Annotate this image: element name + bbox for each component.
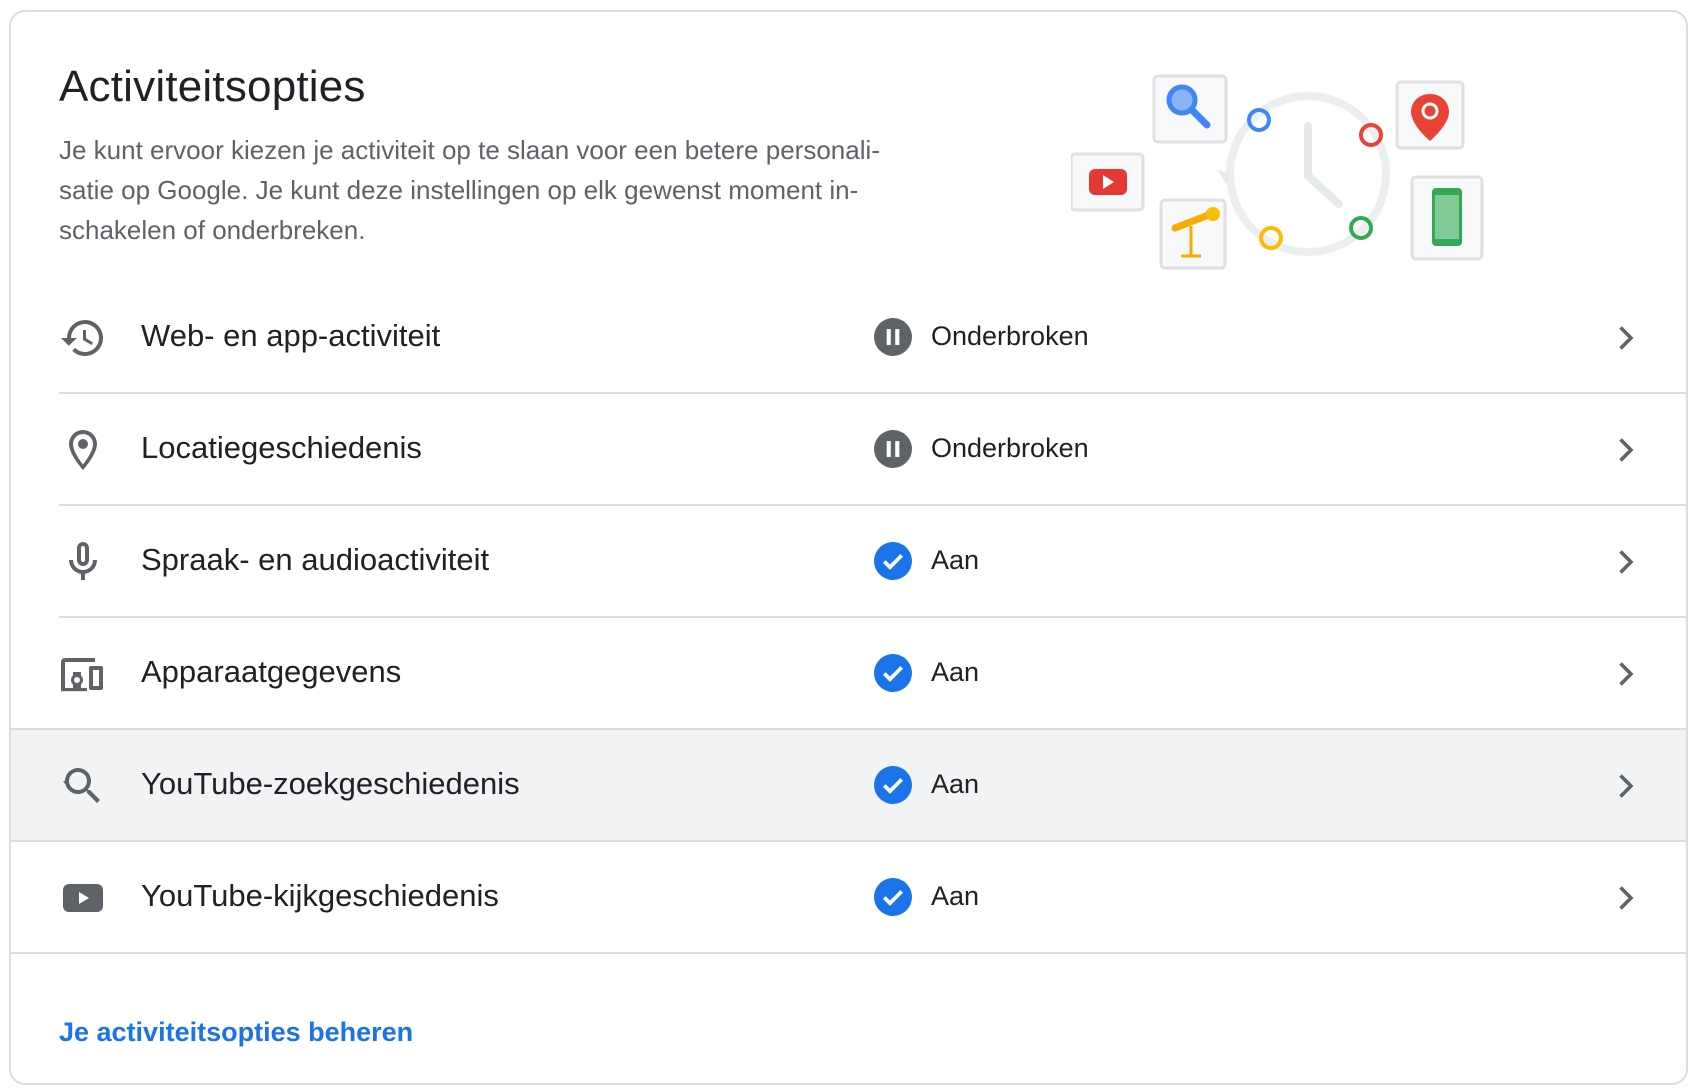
chevron-right-icon	[1619, 662, 1634, 686]
search-history-icon	[63, 768, 100, 803]
page-title: Activiteitsopties	[59, 62, 366, 111]
activity-row-web-app[interactable]: Web- en app-activiteit Onderbroken	[11, 282, 1686, 394]
row-label: Spraak- en audioactiviteit	[141, 542, 490, 577]
chevron-right-icon	[1619, 550, 1634, 574]
row-status: Onderbroken	[931, 321, 1089, 351]
microphone-icon	[69, 542, 97, 580]
row-status: Onderbroken	[931, 433, 1089, 463]
check-status-icon	[874, 654, 912, 692]
activity-row-device-info[interactable]: Apparaatgegevens Aan	[11, 618, 1686, 730]
clock-illustration	[1218, 92, 1390, 256]
pause-status-icon	[874, 318, 912, 356]
row-status: Aan	[931, 545, 980, 575]
check-status-icon	[874, 766, 912, 804]
row-label: YouTube-kijkgeschiedenis	[141, 878, 499, 913]
chevron-right-icon	[1619, 774, 1634, 798]
row-divider	[11, 952, 1686, 954]
check-status-icon	[874, 878, 912, 916]
phone-tile-icon	[1410, 175, 1484, 261]
row-status: Aan	[931, 769, 980, 799]
map-pin-tile-icon	[1395, 80, 1465, 150]
activity-row-youtube-watch[interactable]: YouTube-kijkgeschiedenis Aan	[11, 842, 1686, 954]
row-label: Locatiegeschiedenis	[141, 430, 422, 465]
activity-row-voice-audio[interactable]: Spraak- en audioactiviteit Aan	[11, 506, 1686, 618]
check-status-icon	[874, 542, 912, 580]
chevron-right-icon	[1619, 886, 1634, 910]
manage-activity-controls-link[interactable]: Je activiteitsopties beheren	[59, 1017, 413, 1048]
description-line: satie op Google. Je kunt deze instelling…	[59, 175, 859, 205]
pause-status-icon	[874, 430, 912, 468]
devices-icon	[61, 658, 103, 692]
activity-row-location-history[interactable]: Locatiegeschiedenis Onderbroken	[11, 394, 1686, 506]
card-description: Je kunt ervoor kiezen je activiteit op t…	[59, 130, 979, 250]
row-status: Aan	[931, 657, 980, 687]
location-pin-icon	[69, 430, 97, 470]
activity-illustration	[1071, 74, 1484, 270]
row-label: YouTube-zoekgeschiedenis	[141, 766, 520, 801]
activity-row-youtube-search[interactable]: YouTube-zoekgeschiedenis Aan	[11, 730, 1686, 842]
youtube-icon	[63, 884, 103, 912]
microphone-tile-icon	[1159, 198, 1227, 270]
activity-controls-card: Activiteitsopties Je kunt ervoor kiezen …	[9, 10, 1688, 1085]
magnifier-tile-icon	[1152, 74, 1228, 144]
chevron-right-icon	[1619, 438, 1634, 462]
youtube-tile-icon	[1071, 152, 1145, 212]
description-line: Je kunt ervoor kiezen je activiteit op t…	[59, 135, 880, 165]
chevron-right-icon	[1619, 326, 1634, 350]
history-icon	[61, 320, 103, 356]
row-label: Web- en app-activiteit	[141, 318, 441, 353]
row-label: Apparaatgegevens	[141, 654, 402, 689]
description-line: schakelen of onderbreken.	[59, 215, 366, 245]
row-status: Aan	[931, 881, 980, 911]
